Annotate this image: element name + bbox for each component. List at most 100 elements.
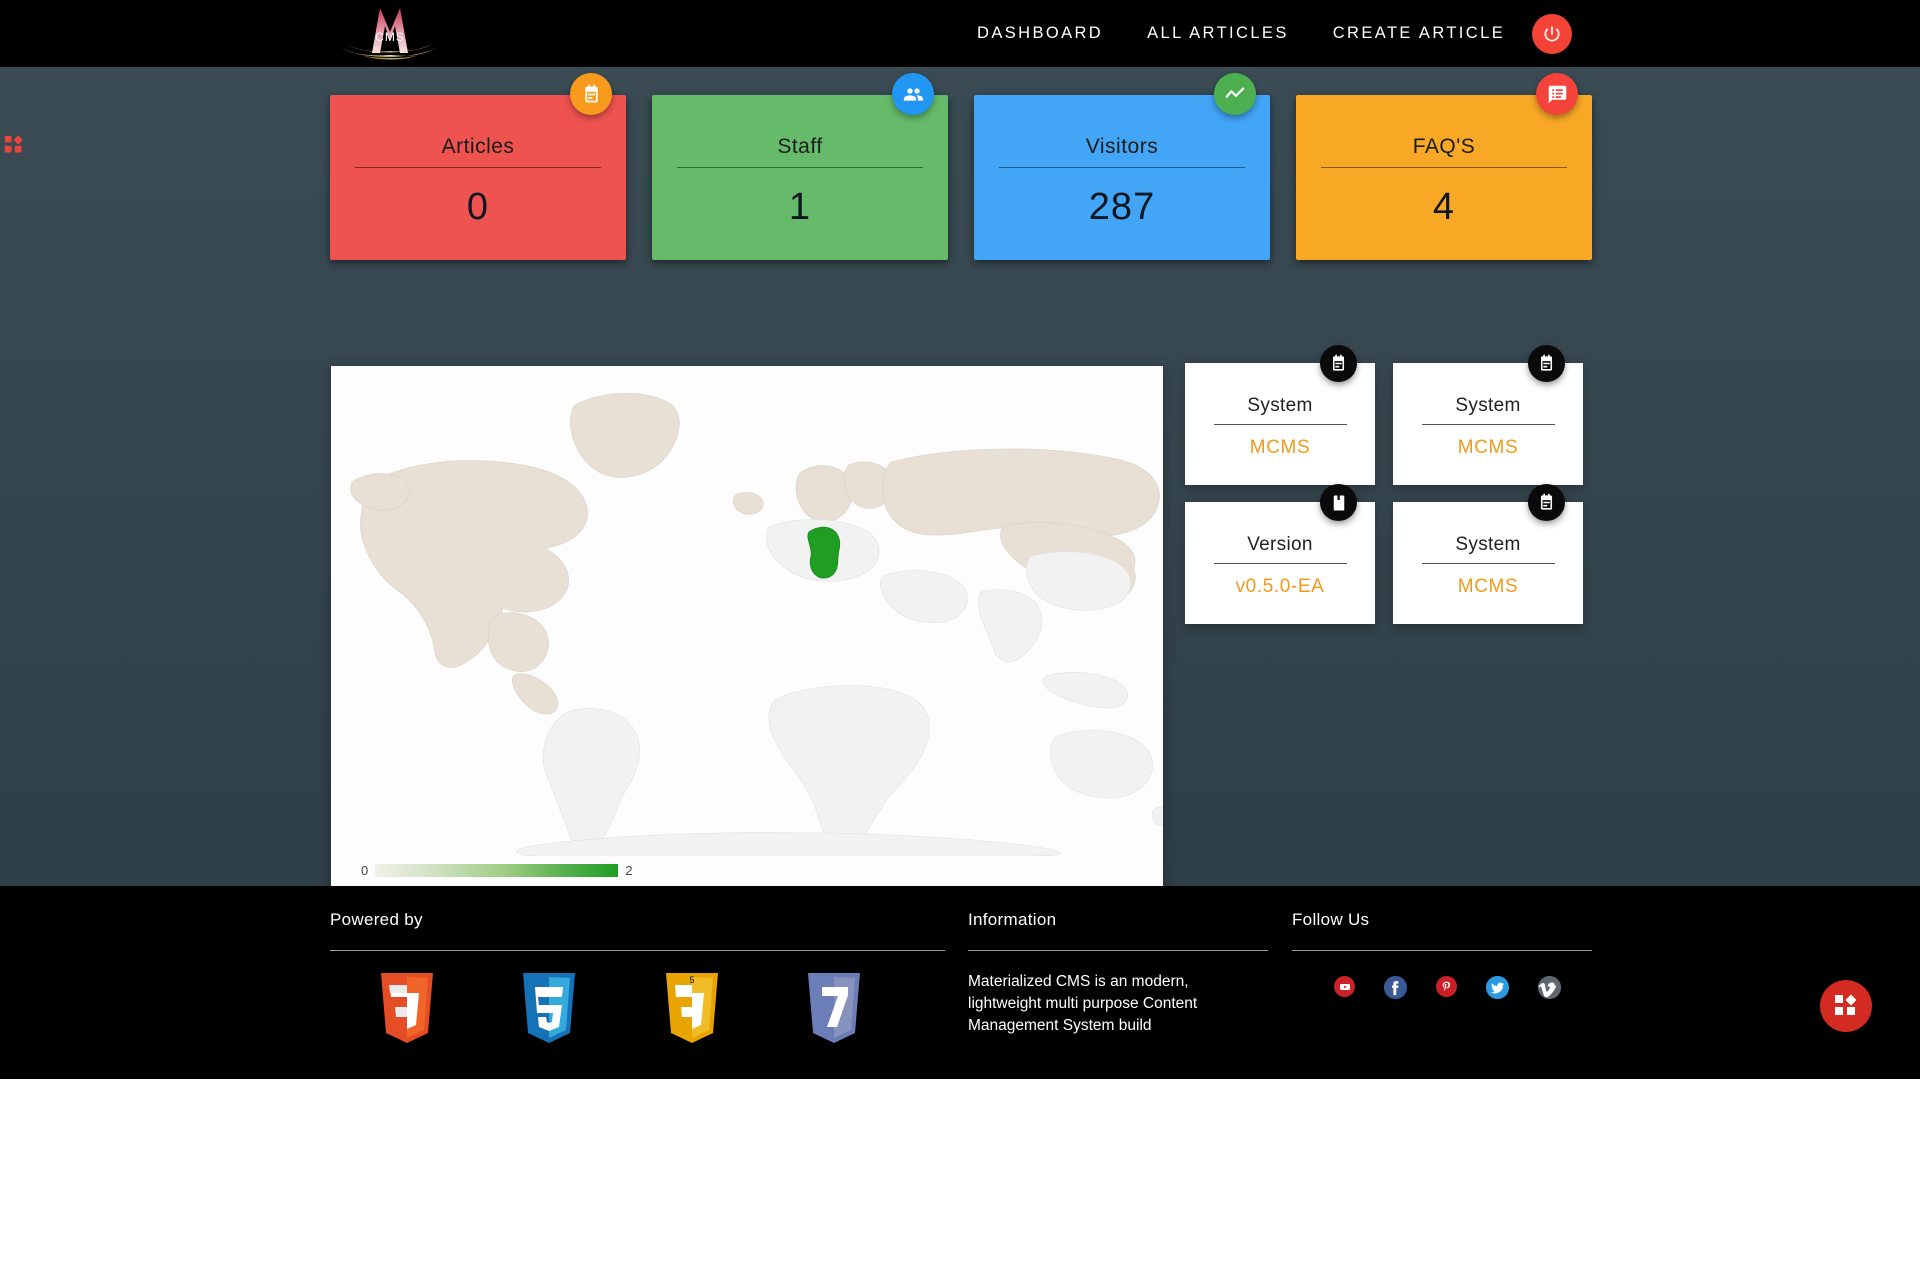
divider — [1421, 424, 1555, 425]
world-map-svg[interactable] — [331, 376, 1163, 856]
info-card-system-1[interactable]: System MCMS — [1185, 345, 1375, 485]
people-icon — [892, 73, 934, 115]
pinterest-glyph — [1442, 981, 1451, 991]
html5-shield — [381, 973, 433, 1043]
map-landmass-grey — [516, 519, 1163, 856]
apps-floating-action-button[interactable] — [1820, 980, 1872, 1032]
twitter-glyph — [1486, 976, 1509, 999]
divider — [1421, 563, 1555, 564]
php7-logo[interactable] — [803, 973, 945, 1045]
apps-grid-icon — [1835, 994, 1857, 1015]
legend-min-value: 0 — [361, 863, 369, 878]
legend-max-value: 2 — [625, 863, 633, 878]
youtube-icon[interactable] — [1334, 976, 1355, 997]
footer-follow-us: Follow Us — [1292, 910, 1592, 1045]
social-icons-row — [1292, 976, 1592, 999]
stat-title: FAQ'S — [1412, 135, 1476, 158]
divider — [355, 167, 601, 168]
follow-us-title: Follow Us — [1292, 910, 1370, 929]
info-value: MCMS — [1249, 437, 1311, 458]
divider — [999, 167, 1245, 168]
youtube-glyph — [1339, 983, 1350, 990]
map-country-germany[interactable] — [807, 526, 841, 579]
dashboard-main: Articles 0 Staff 1 Visitors 287 FAQ'S 4 … — [0, 67, 1920, 906]
info-card-system-2[interactable]: System MCMS — [1393, 345, 1583, 485]
main-navigation: DASHBOARD ALL ARTICLES CREATE ARTICLE — [955, 0, 1527, 67]
stat-value: 0 — [466, 186, 490, 228]
footer-information: Information Materialized CMS is an moder… — [968, 910, 1268, 1045]
nav-dashboard[interactable]: DASHBOARD — [955, 24, 1125, 43]
php7-shield — [807, 973, 860, 1043]
stat-title: Articles — [441, 135, 515, 158]
stat-value: 1 — [788, 186, 812, 228]
calendar-glyph — [1540, 354, 1553, 371]
divider — [677, 167, 923, 168]
html5-logo[interactable] — [376, 973, 518, 1045]
calendar-icon — [1528, 345, 1565, 382]
javascript-shield: 5 — [665, 973, 718, 1043]
divider — [330, 950, 945, 951]
css3-logo[interactable] — [518, 973, 660, 1045]
info-value: MCMS — [1457, 437, 1519, 458]
vimeo-icon[interactable] — [1538, 976, 1561, 999]
info-value: v0.5.0-EA — [1235, 576, 1325, 597]
app-header: CMS DASHBOARD ALL ARTICLES CREATE ARTICL… — [0, 0, 1920, 67]
materialized-cms-logo[interactable]: CMS — [330, 0, 450, 66]
app-footer: Powered by 5 Information Materialized CM… — [0, 886, 1920, 1079]
javascript-logo[interactable]: 5 — [661, 973, 803, 1045]
info-value: MCMS — [1457, 576, 1519, 597]
apps-grid-icon[interactable] — [4, 135, 24, 155]
logo-text: CMS — [375, 30, 405, 44]
footer-powered-by: Powered by 5 — [330, 910, 945, 1045]
chat-list-icon — [1536, 73, 1578, 115]
chat-list-glyph — [1548, 85, 1566, 103]
trending-up-icon — [1214, 73, 1256, 115]
information-text: Materialized CMS is an modern, lightweig… — [968, 973, 1198, 1034]
book-icon — [1320, 484, 1357, 521]
facebook-glyph — [1384, 976, 1407, 999]
info-title: System — [1247, 395, 1313, 416]
info-title: System — [1455, 534, 1521, 555]
facebook-icon[interactable] — [1384, 976, 1407, 999]
css3-shield — [523, 973, 576, 1043]
vimeo-glyph — [1538, 976, 1561, 999]
stat-card-articles[interactable]: Articles 0 — [330, 73, 626, 260]
info-card-system-3[interactable]: System MCMS — [1393, 484, 1583, 624]
stat-card-faqs[interactable]: FAQ'S 4 — [1296, 73, 1592, 260]
apps-grid-glyph — [4, 135, 23, 153]
calendar-glyph — [1540, 493, 1553, 510]
power-icon — [1544, 26, 1560, 42]
divider — [968, 950, 1268, 951]
stat-title: Visitors — [1085, 135, 1159, 158]
calendar-glyph — [1332, 354, 1345, 371]
people-glyph — [903, 87, 923, 101]
page-whitespace — [0, 1079, 1920, 1288]
twitter-icon[interactable] — [1486, 976, 1509, 999]
stat-card-staff[interactable]: Staff 1 — [652, 73, 948, 260]
info-cards-grid: System MCMS System MCMS Version v0.5.0-E… — [1185, 345, 1595, 624]
legend-gradient-bar — [375, 864, 619, 877]
visitors-world-map-panel[interactable]: 0 2 — [331, 366, 1163, 906]
nav-all-articles[interactable]: ALL ARTICLES — [1125, 24, 1311, 43]
divider — [1213, 424, 1347, 425]
footer-columns: Powered by 5 Information Materialized CM… — [330, 910, 1592, 1045]
stat-cards-row: Articles 0 Staff 1 Visitors 287 FAQ'S 4 — [330, 73, 1592, 260]
map-landmass-beige — [350, 392, 1160, 715]
stat-card-visitors[interactable]: Visitors 287 — [974, 73, 1270, 260]
information-title: Information — [968, 910, 1057, 929]
pinterest-icon[interactable] — [1436, 976, 1457, 997]
divider — [1321, 167, 1567, 168]
calendar-icon — [1320, 345, 1357, 382]
calendar-icon — [570, 73, 612, 115]
map-legend: 0 2 — [361, 863, 632, 878]
info-title: System — [1455, 395, 1521, 416]
info-title: Version — [1247, 534, 1313, 555]
nav-create-article[interactable]: CREATE ARTICLE — [1311, 24, 1527, 43]
calendar-glyph — [584, 84, 598, 102]
info-card-version[interactable]: Version v0.5.0-EA — [1185, 484, 1375, 624]
divider — [1292, 950, 1592, 951]
calendar-icon — [1528, 484, 1565, 521]
technology-logos: 5 — [330, 973, 945, 1045]
power-logout-button[interactable] — [1532, 14, 1572, 54]
stat-value: 287 — [1088, 186, 1156, 228]
